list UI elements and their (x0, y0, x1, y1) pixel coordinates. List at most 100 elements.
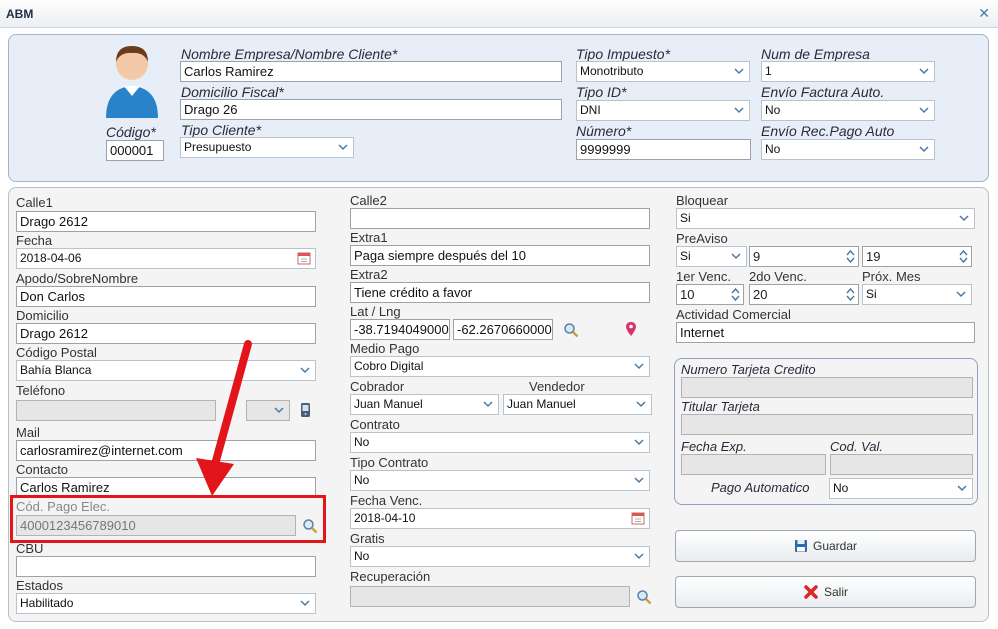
domicilio-field[interactable]: Drago 2612 (16, 323, 316, 344)
cp-value: Bahía Blanca (20, 363, 92, 377)
telefono-field[interactable] (16, 400, 216, 421)
num-empresa-select[interactable]: 1 (761, 61, 935, 82)
cbu-label: CBU (16, 541, 44, 556)
prox-mes-value: Si (866, 287, 877, 301)
num-empresa-label: Num de Empresa (761, 46, 870, 62)
lng-field[interactable]: -62.2670660000 (453, 319, 553, 340)
search-icon[interactable] (563, 322, 579, 338)
venc2-value: 20 (753, 287, 768, 302)
bloquear-select[interactable]: Si (676, 208, 975, 229)
spinner-arrows-icon[interactable] (958, 248, 969, 265)
cobrador-select[interactable]: Juan Manuel (350, 394, 499, 415)
preaviso-day-value: 19 (866, 249, 881, 264)
domicilio-fiscal-field[interactable]: Drago 26 (180, 99, 562, 120)
calle1-field[interactable]: Drago 2612 (16, 211, 316, 232)
venc1-value: 10 (680, 287, 695, 302)
titular-field[interactable] (681, 414, 973, 435)
fecha-exp-field[interactable] (681, 454, 826, 475)
phone-icon[interactable] (298, 402, 314, 418)
fecha-value: 2018-04-06 (20, 251, 82, 265)
envio-factura-value: No (765, 103, 781, 117)
search-icon[interactable] (636, 589, 652, 605)
num-empresa-value: 1 (765, 64, 772, 78)
actividad-field[interactable]: Internet (676, 322, 975, 343)
spinner-arrows-icon[interactable] (730, 286, 741, 303)
apodo-label: Apodo/SobreNombre (16, 271, 139, 286)
venc2-label: 2do Venc. (749, 269, 807, 284)
venc1-stepper[interactable]: 10 (676, 284, 744, 305)
calle2-field[interactable] (350, 208, 650, 229)
preaviso-days-value: 9 (753, 249, 761, 264)
tipo-contrato-select[interactable]: No (350, 470, 650, 491)
chevron-down-icon (956, 291, 966, 298)
envio-recpago-select[interactable]: No (761, 139, 935, 160)
chevron-down-icon (634, 439, 644, 446)
vendedor-select[interactable]: Juan Manuel (503, 394, 652, 415)
envio-recpago-label: Envío Rec.Pago Auto (761, 123, 895, 139)
tipo-impuesto-select[interactable]: Monotributo (576, 61, 750, 82)
lat-field[interactable]: -38.7194049000 (350, 319, 450, 340)
user-avatar-icon (106, 46, 158, 118)
tipo-contrato-value: No (354, 473, 370, 487)
chevron-down-icon (919, 146, 929, 153)
tipo-impuesto-label: Tipo Impuesto* (576, 46, 671, 62)
venc2-stepper[interactable]: 20 (749, 284, 859, 305)
guardar-button[interactable]: Guardar (675, 530, 976, 562)
mail-label: Mail (16, 425, 40, 440)
vendedor-label: Vendedor (529, 379, 585, 394)
numero-label: Número* (576, 123, 632, 139)
contrato-value: No (354, 435, 370, 449)
contrato-label: Contrato (350, 417, 400, 432)
cod-val-field[interactable] (830, 454, 973, 475)
preaviso-days-stepper[interactable]: 9 (749, 246, 859, 267)
cp-select[interactable]: Bahía Blanca (16, 360, 316, 381)
fecha-label: Fecha (16, 233, 53, 248)
tipo-cliente-select[interactable]: Presupuesto (180, 137, 354, 158)
codigo-label: Código* (106, 124, 156, 140)
tipo-id-select[interactable]: DNI (576, 100, 750, 121)
tipo-id-label: Tipo ID* (576, 84, 627, 100)
calendar-icon[interactable] (297, 251, 311, 265)
preaviso-select[interactable]: Si (676, 246, 747, 267)
tipo-id-value: DNI (580, 103, 601, 117)
tarjeta-field[interactable] (681, 377, 973, 398)
cp-label: Código Postal (16, 345, 97, 360)
extra1-field[interactable]: Paga siempre después del 10 (350, 245, 650, 266)
preaviso-day-stepper[interactable]: 19 (862, 246, 972, 267)
chevron-down-icon (731, 253, 741, 260)
mail-field[interactable]: carlosramirez@internet.com (16, 440, 316, 461)
contrato-select[interactable]: No (350, 432, 650, 453)
recuperacion-field[interactable] (350, 586, 630, 607)
numero-field[interactable]: 9999999 (576, 139, 751, 160)
bloquear-label: Bloquear (676, 193, 729, 208)
extra2-field[interactable]: Tiene crédito a favor (350, 282, 650, 303)
chevron-down-icon (959, 215, 969, 222)
chevron-down-icon (919, 68, 929, 75)
estados-select[interactable]: Habilitado (16, 593, 316, 614)
codigo-field[interactable]: 000001 (106, 140, 164, 161)
apodo-field[interactable]: Don Carlos (16, 286, 316, 307)
spinner-arrows-icon[interactable] (845, 286, 856, 303)
contacto-label: Contacto (16, 462, 69, 477)
guardar-label: Guardar (812, 539, 858, 553)
spinner-arrows-icon[interactable] (845, 248, 856, 265)
prox-mes-select[interactable]: Si (862, 284, 972, 305)
fecha-datepicker[interactable]: 2018-04-06 (16, 248, 316, 269)
cobrador-value: Juan Manuel (354, 397, 423, 411)
gratis-select[interactable]: No (350, 546, 650, 567)
salir-button[interactable]: Salir (675, 576, 976, 608)
cbu-field[interactable] (16, 556, 316, 577)
chevron-down-icon (919, 107, 929, 114)
fecha-venc-datepicker[interactable]: 2018-04-10 (350, 508, 650, 529)
medio-pago-value: Cobro Digital (354, 359, 424, 373)
chevron-down-icon (634, 477, 644, 484)
chevron-down-icon (734, 107, 744, 114)
pago-auto-select[interactable]: No (829, 478, 973, 499)
close-icon[interactable]: ✕ (978, 5, 990, 22)
calendar-icon[interactable] (631, 511, 645, 525)
map-pin-icon[interactable] (623, 321, 639, 337)
envio-factura-select[interactable]: No (761, 100, 935, 121)
nombre-field[interactable]: Carlos Ramirez (180, 61, 562, 82)
medio-pago-select[interactable]: Cobro Digital (350, 356, 650, 377)
domicilio-label: Domicilio (16, 308, 69, 323)
